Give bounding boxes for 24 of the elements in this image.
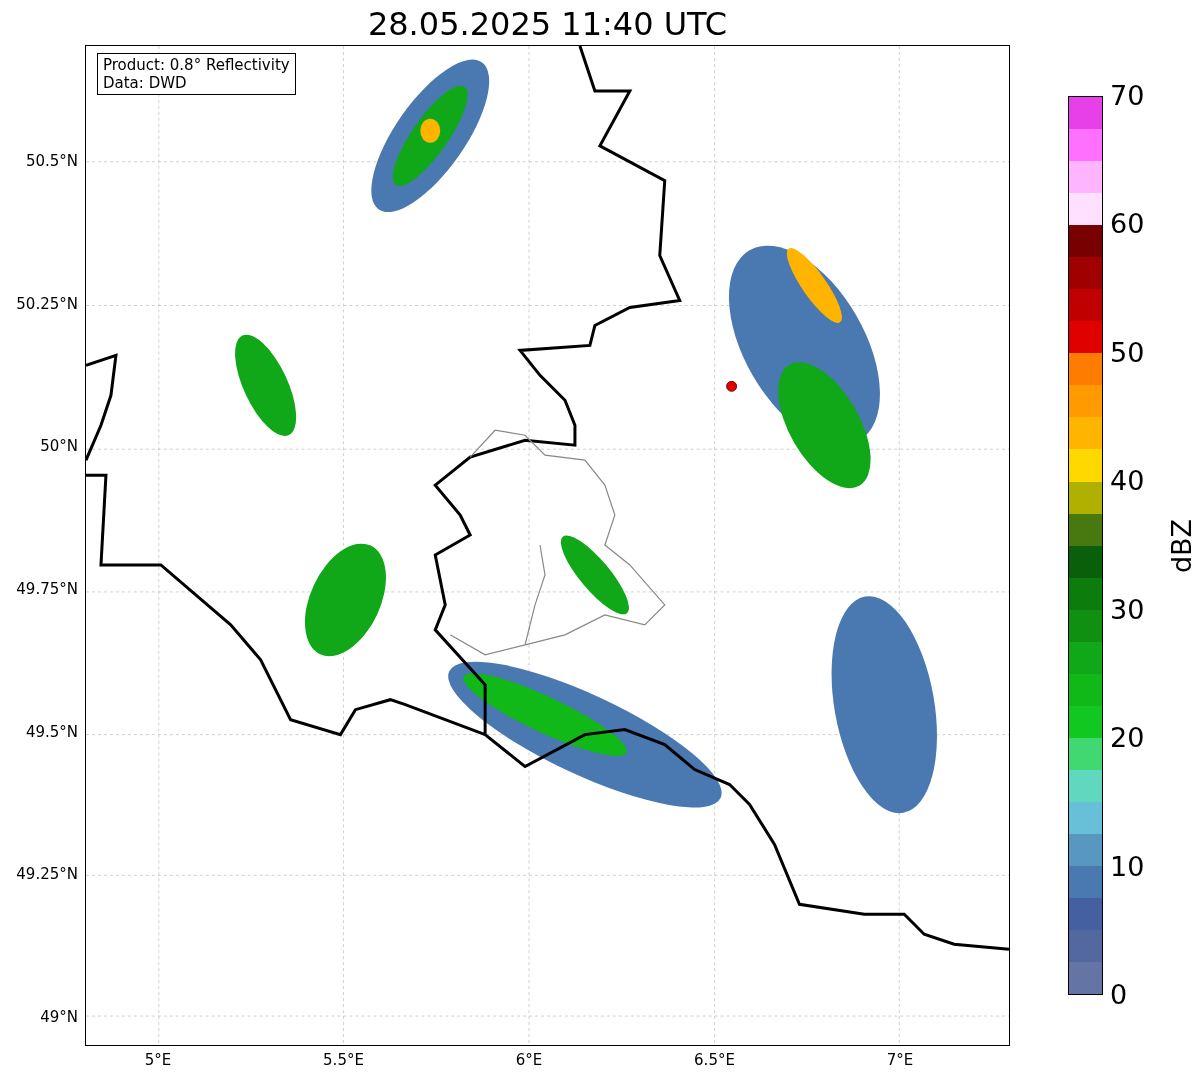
latitude-label: 49.5°N xyxy=(24,722,78,741)
latitude-label: 50.25°N xyxy=(15,294,78,313)
colorbar-tick-label: 0 xyxy=(1110,979,1128,1011)
latitude-label: 49.25°N xyxy=(15,865,78,884)
longitude-label: 5°E xyxy=(143,1051,173,1069)
colorbar-tick-label: 60 xyxy=(1110,208,1145,241)
colorbar-tick-label: 40 xyxy=(1110,465,1145,498)
colorbar-tick-label: 30 xyxy=(1110,593,1145,626)
latitude-label: 50.5°N xyxy=(24,152,78,170)
longitude-label: 5.5°E xyxy=(322,1051,365,1069)
colorbar-tick-label: 50 xyxy=(1110,336,1145,369)
colorbar-tick-label: 70 xyxy=(1110,80,1145,112)
latitude-label: 50°N xyxy=(39,437,78,456)
chart-title: 28.05.2025 11:40 UTC xyxy=(366,4,729,44)
longitude-label: 6°E xyxy=(514,1051,544,1069)
longitude-label: 7°E xyxy=(885,1051,915,1069)
colorbar-tick-label: 20 xyxy=(1110,722,1145,755)
latitude-label: 49.75°N xyxy=(15,580,78,598)
latitude-label: 49°N xyxy=(39,1008,78,1026)
info-text: Data: DWD xyxy=(103,74,188,92)
longitude-label: 6.5°E xyxy=(693,1051,736,1069)
info-text: Product: 0.8° Reflectivity xyxy=(103,56,290,74)
colorbar-tick-label: 10 xyxy=(1110,850,1145,883)
colorbar-label: dBZ xyxy=(1166,517,1198,576)
